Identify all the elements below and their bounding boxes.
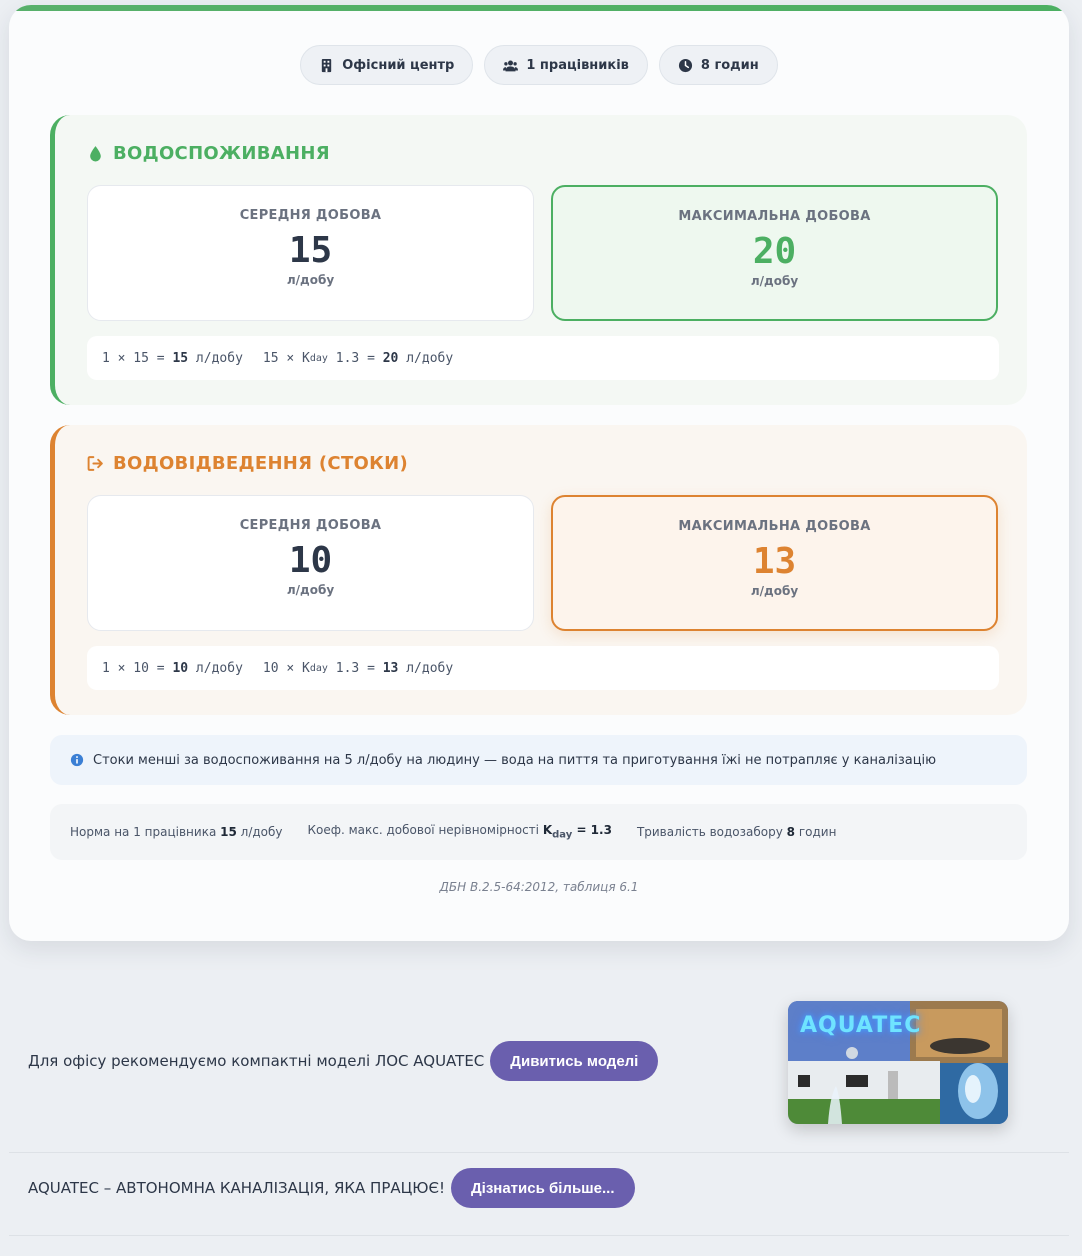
box-value: 10 (288, 540, 333, 581)
chip-workers: 1 працівників (484, 45, 648, 85)
info-note: Стоки менші за водоспоживання на 5 л/доб… (50, 735, 1027, 785)
chip-hours: 8 годин (658, 45, 778, 85)
chip-building-type: Офісний центр (300, 45, 474, 85)
card-accent-bar (9, 5, 1069, 11)
water-consumption-section: ВОДОСПОЖИВАННЯ СЕРЕДНЯ ДОБОВА 15 л/добу … (50, 115, 1027, 405)
promo-text: AQUATEC – АВТОНОМНА КАНАЛІЗАЦІЯ, ЯКА ПРА… (28, 1179, 445, 1197)
calculator-card: Офісний центр 1 працівників 8 годин ВОДО… (9, 5, 1069, 941)
clock-icon (678, 58, 692, 72)
water-drop-icon (90, 146, 101, 162)
box-value: 20 (752, 231, 797, 272)
norm-duration: Тривалість водозабору 8 годин (636, 825, 837, 839)
promo-models: Для офісу рекомендуємо компактні моделі … (28, 1041, 659, 1081)
max-daily-box: МАКСИМАЛЬНА ДОБОВА 20 л/добу (551, 185, 998, 321)
box-label: МАКСИМАЛЬНА ДОБОВА (678, 209, 871, 224)
wastewater-section: ВОДОВІДВЕДЕННЯ (СТОКИ) СЕРЕДНЯ ДОБОВА 10… (50, 425, 1027, 715)
norm-per-worker: Норма на 1 працівника 15 л/добу (70, 825, 283, 839)
promo-text: Для офісу рекомендуємо компактні моделі … (28, 1052, 485, 1070)
section-title: ВОДОСПОЖИВАННЯ (87, 143, 330, 164)
chip-label: 8 годин (700, 57, 759, 73)
divider (9, 1235, 1069, 1236)
learn-more-button[interactable]: Дізнатись більше... (450, 1168, 635, 1208)
calculation-formula: 1 × 15 = 15 л/добу 15 × Kday 1.3 = 20 л/д… (87, 336, 999, 380)
box-label: СЕРЕДНЯ ДОБОВА (239, 208, 382, 223)
box-unit: л/добу (750, 584, 799, 598)
box-value: 13 (752, 541, 797, 582)
info-icon (70, 753, 84, 767)
view-models-button[interactable]: Дивитись моделі (490, 1041, 659, 1081)
aquatec-logo: AQUATEC (800, 1013, 922, 1038)
avg-daily-box: СЕРЕДНЯ ДОБОВА 15 л/добу (87, 185, 534, 321)
sign-out-icon (87, 456, 103, 471)
building-icon (322, 58, 332, 72)
box-value: 15 (288, 230, 333, 271)
max-daily-box: МАКСИМАЛЬНА ДОБОВА 13 л/добу (551, 495, 998, 631)
divider (9, 1152, 1069, 1153)
chip-label: Офісний центр (342, 57, 455, 73)
box-label: МАКСИМАЛЬНА ДОБОВА (678, 519, 871, 534)
box-unit: л/добу (286, 273, 335, 287)
users-icon (503, 60, 519, 71)
box-label: СЕРЕДНЯ ДОБОВА (239, 518, 382, 533)
promo-brand: AQUATEC – АВТОНОМНА КАНАЛІЗАЦІЯ, ЯКА ПРА… (28, 1168, 635, 1208)
source-reference: ДБН В.2.5-64:2012, таблиця 6.1 (439, 880, 639, 894)
norms-summary: Норма на 1 працівника 15 л/добу Коеф. ма… (50, 804, 1027, 860)
box-unit: л/добу (286, 583, 335, 597)
avg-daily-box: СЕРЕДНЯ ДОБОВА 10 л/добу (87, 495, 534, 631)
calculation-formula: 1 × 10 = 10 л/добу 10 × Kday 1.3 = 13 л/д… (87, 646, 999, 690)
info-text: Стоки менші за водоспоживання на 5 л/доб… (93, 752, 937, 768)
box-unit: л/добу (750, 274, 799, 288)
section-title: ВОДОВІДВЕДЕННЯ (СТОКИ) (87, 453, 408, 474)
chip-label: 1 працівників (526, 57, 629, 73)
promo-image[interactable]: AQUATEC (788, 1001, 1008, 1124)
norm-coefficient: Коеф. макс. добової нерівномірності Kday… (307, 823, 612, 841)
parameter-chips: Офісний центр 1 працівників 8 годин (9, 45, 1069, 85)
